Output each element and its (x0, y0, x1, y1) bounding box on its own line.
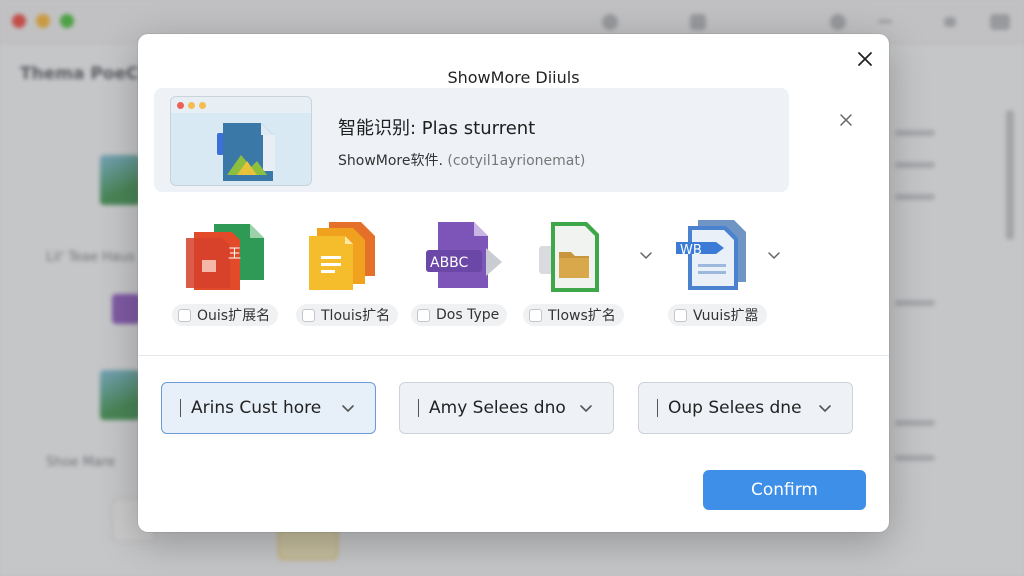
showmore-dialog: ShowMore Diiuls 智能识别: Plas sturrent Show… (138, 34, 889, 532)
format-option-tlouis[interactable]: Tlouis扩名 (296, 304, 399, 326)
confirm-button[interactable]: Confirm (703, 470, 866, 510)
svg-text:WB: WB (680, 243, 702, 258)
folder-document-icon[interactable] (533, 218, 623, 294)
select-amy[interactable]: Amy Selees dno (399, 382, 614, 434)
text-document-icon[interactable] (295, 218, 385, 294)
format-checkbox[interactable] (417, 308, 430, 322)
select-arins[interactable]: Arins Cust hore (161, 382, 376, 434)
svg-text:ABBC: ABBC (430, 255, 469, 271)
svg-text:王: 王 (228, 247, 241, 262)
format-option-vuuis[interactable]: Vuuis扩嚣 (668, 304, 767, 326)
text-cursor (657, 399, 658, 417)
format-option-dos-type[interactable]: Dos Type (411, 304, 508, 326)
ppt-document-icon[interactable]: 王 (180, 218, 270, 294)
chevron-down-icon (342, 405, 354, 413)
format-option-tlows[interactable]: Tlows扩名 (523, 304, 624, 326)
chevron-down-icon (580, 405, 592, 413)
format-options: 王 Ouis扩展名 Tlouis扩名 ABBC Dos Type Tlows扩名… (138, 214, 889, 329)
file-info-subtitle: ShowMore软件. (cotyil1ayrionemat) (338, 153, 586, 169)
file-preview-thumbnail (170, 96, 312, 186)
dialog-title: ShowMore Diiuls (447, 68, 580, 87)
chevron-down-icon[interactable] (767, 250, 781, 260)
section-divider (138, 355, 889, 356)
format-checkbox[interactable] (178, 308, 191, 322)
format-checkbox[interactable] (674, 308, 687, 322)
chevron-down-icon (819, 405, 831, 413)
close-icon[interactable] (854, 48, 876, 70)
abbc-document-icon[interactable]: ABBC (416, 218, 506, 294)
word-document-icon[interactable]: WB (668, 218, 758, 294)
select-oup[interactable]: Oup Selees dne (638, 382, 853, 434)
image-document-icon (217, 123, 275, 181)
text-cursor (180, 399, 181, 417)
file-info-banner: 智能识别: Plas sturrent ShowMore软件. (cotyil1… (154, 88, 789, 192)
text-cursor (418, 399, 419, 417)
format-checkbox[interactable] (302, 308, 315, 322)
banner-close-icon[interactable] (838, 112, 854, 128)
format-checkbox[interactable] (529, 308, 542, 322)
format-option-ouis[interactable]: Ouis扩展名 (172, 304, 279, 326)
chevron-down-icon[interactable] (639, 250, 653, 260)
file-info-title: 智能识别: Plas sturrent (338, 118, 536, 139)
